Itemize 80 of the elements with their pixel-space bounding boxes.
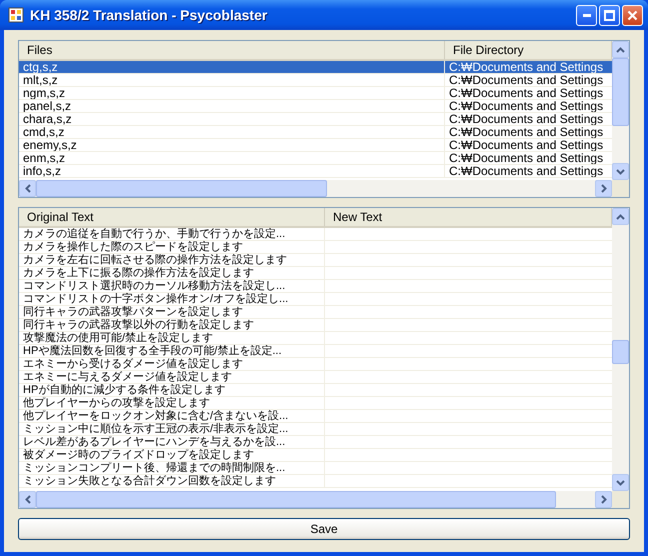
text-row[interactable]: カメラを上下に振る際の操作方法を設定します bbox=[19, 267, 612, 280]
scroll-up-button[interactable] bbox=[612, 41, 629, 58]
scrollbar-corner bbox=[612, 491, 629, 508]
text-row[interactable]: コマンドリスト選択時のカーソル移動方法を設定し... bbox=[19, 280, 612, 293]
scroll-left-button[interactable] bbox=[19, 180, 36, 197]
text-row[interactable]: HPが自動的に減少する条件を設定します bbox=[19, 384, 612, 397]
text-row[interactable]: レベル差があるプレイヤーにハンデを与えるかを設... bbox=[19, 436, 612, 449]
scroll-down-button[interactable] bbox=[612, 163, 629, 180]
text-row[interactable]: 攻撃魔法の使用可能/禁止を設定します bbox=[19, 332, 612, 345]
app-icon bbox=[8, 7, 24, 23]
scroll-right-button[interactable] bbox=[595, 491, 612, 508]
original-text: カメラを操作した際のスピードを設定します bbox=[19, 241, 325, 253]
file-name: enm,s,z bbox=[19, 152, 445, 164]
scroll-thumb[interactable] bbox=[612, 340, 629, 364]
chevron-down-icon bbox=[616, 480, 625, 486]
original-text: ミッションコンプリート後、帰還までの時間制限を... bbox=[19, 462, 325, 474]
file-name: chara,s,z bbox=[19, 113, 445, 125]
vertical-scrollbar[interactable] bbox=[612, 41, 629, 180]
chevron-down-icon bbox=[616, 168, 625, 174]
chevron-left-icon bbox=[24, 495, 30, 504]
original-text: 攻撃魔法の使用可能/禁止を設定します bbox=[19, 332, 325, 344]
original-text: ミッション失敗となる合計ダウン回数を設定します bbox=[19, 475, 325, 487]
chevron-up-icon bbox=[616, 46, 625, 52]
save-button[interactable]: Save bbox=[18, 518, 630, 540]
text-row[interactable]: カメラを左右に回転させる際の操作方法を設定します bbox=[19, 254, 612, 267]
original-text: エネミーから受けるダメージ値を設定します bbox=[19, 358, 325, 370]
chevron-up-icon bbox=[616, 214, 625, 220]
original-text: コマンドリスト選択時のカーソル移動方法を設定し... bbox=[19, 280, 325, 292]
original-text: HPや魔法回数を回復する全手段の可能/禁止を設定... bbox=[19, 345, 325, 357]
text-row[interactable]: 他プレイヤーからの攻撃を設定します bbox=[19, 397, 612, 410]
original-text: 同行キャラの武器攻撃パターンを設定します bbox=[19, 306, 325, 318]
text-row[interactable]: HPや魔法回数を回復する全手段の可能/禁止を設定... bbox=[19, 345, 612, 358]
close-icon bbox=[627, 10, 638, 20]
original-text: カメラの追従を自動で行うか、手動で行うかを設定... bbox=[19, 228, 325, 240]
chevron-left-icon bbox=[24, 184, 30, 193]
text-row[interactable]: カメラの追従を自動で行うか、手動で行うかを設定... bbox=[19, 228, 612, 241]
maximize-button[interactable] bbox=[599, 4, 620, 26]
original-text: 他プレイヤーからの攻撃を設定します bbox=[19, 397, 325, 409]
original-text: ミッション中に順位を示す王冠の表示/非表示を設定... bbox=[19, 423, 325, 435]
original-text: 同行キャラの武器攻撃以外の行動を設定します bbox=[19, 319, 325, 331]
original-text: カメラを左右に回転させる際の操作方法を設定します bbox=[19, 254, 325, 266]
scrollbar-corner bbox=[612, 180, 629, 197]
original-text: 被ダメージ時のプライズドロップを設定します bbox=[19, 449, 325, 461]
close-button[interactable] bbox=[622, 4, 643, 26]
scroll-left-button[interactable] bbox=[19, 491, 36, 508]
text-row[interactable]: ミッション中に順位を示す王冠の表示/非表示を設定... bbox=[19, 423, 612, 436]
original-text: レベル差があるプレイヤーにハンデを与えるかを設... bbox=[19, 436, 325, 448]
scroll-right-button[interactable] bbox=[595, 180, 612, 197]
scroll-thumb[interactable] bbox=[612, 58, 629, 126]
file-name: mlt,s,z bbox=[19, 74, 445, 86]
text-row[interactable]: 被ダメージ時のプライズドロップを設定します bbox=[19, 449, 612, 462]
chevron-right-icon bbox=[600, 184, 606, 193]
original-text: エネミーに与えるダメージ値を設定します bbox=[19, 371, 325, 383]
scroll-thumb[interactable] bbox=[36, 180, 327, 197]
window-title: KH 358/2 Translation - Psycoblaster bbox=[30, 7, 268, 23]
text-row[interactable]: エネミーから受けるダメージ値を設定します bbox=[19, 358, 612, 371]
horizontal-scrollbar[interactable] bbox=[19, 180, 612, 197]
original-text: コマンドリストの十字ボタン操作オン/オフを設定し... bbox=[19, 293, 325, 305]
text-row[interactable]: 同行キャラの武器攻撃以外の行動を設定します bbox=[19, 319, 612, 332]
text-row[interactable]: ミッションコンプリート後、帰還までの時間制限を... bbox=[19, 462, 612, 475]
text-row[interactable]: 他プレイヤーをロックオン対象に含む/含まないを設... bbox=[19, 410, 612, 423]
original-text: 他プレイヤーをロックオン対象に含む/含まないを設... bbox=[19, 410, 325, 422]
file-name: info,s,z bbox=[19, 165, 445, 177]
chevron-right-icon bbox=[600, 495, 606, 504]
maximize-icon bbox=[604, 10, 615, 20]
original-text: カメラを上下に振る際の操作方法を設定します bbox=[19, 267, 325, 279]
text-row[interactable]: エネミーに与えるダメージ値を設定します bbox=[19, 371, 612, 384]
text-row[interactable]: ミッション失敗となる合計ダウン回数を設定します bbox=[19, 475, 612, 488]
minimize-icon bbox=[582, 14, 590, 16]
text-row[interactable]: カメラを操作した際のスピードを設定します bbox=[19, 241, 612, 254]
scroll-down-button[interactable] bbox=[612, 474, 629, 491]
scroll-up-button[interactable] bbox=[612, 208, 629, 225]
minimize-button[interactable] bbox=[576, 4, 597, 26]
file-name: cmd,s,z bbox=[19, 126, 445, 138]
column-header[interactable]: Original Text bbox=[19, 208, 325, 226]
original-text: HPが自動的に減少する条件を設定します bbox=[19, 384, 325, 396]
vertical-scrollbar[interactable] bbox=[612, 208, 629, 491]
text-row[interactable]: コマンドリストの十字ボタン操作オン/オフを設定し... bbox=[19, 293, 612, 306]
text-row[interactable]: 同行キャラの武器攻撃パターンを設定します bbox=[19, 306, 612, 319]
column-header[interactable]: Files bbox=[19, 41, 445, 59]
